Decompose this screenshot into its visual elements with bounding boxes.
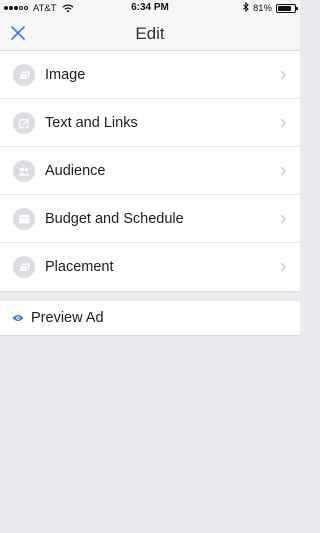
menu-item-audience[interactable]: Audience (0, 147, 300, 195)
preview-ad-button[interactable]: Preview Ad (0, 301, 300, 336)
edit-menu: Image Text and Links Audience Budget and… (0, 51, 300, 291)
people-icon (13, 160, 35, 182)
menu-item-image[interactable]: Image (0, 51, 300, 99)
nav-bar: Edit (0, 16, 300, 51)
menu-item-label: Audience (45, 163, 106, 179)
menu-item-label: Image (45, 67, 86, 83)
edit-icon (13, 112, 35, 134)
section-divider (0, 291, 300, 301)
close-icon (11, 26, 25, 40)
close-button[interactable] (9, 24, 27, 42)
status-time: 6:34 PM (131, 2, 169, 13)
preview-ad-label: Preview Ad (31, 310, 104, 326)
chevron-right-icon (280, 262, 286, 272)
calendar-icon (13, 208, 35, 230)
chevron-right-icon (280, 70, 286, 80)
menu-item-label: Placement (45, 259, 114, 275)
menu-item-budget-and-schedule[interactable]: Budget and Schedule (0, 195, 300, 243)
page-title: Edit (135, 23, 165, 43)
menu-item-text-and-links[interactable]: Text and Links (0, 99, 300, 147)
battery-level (278, 5, 291, 11)
status-bar: AT&T 6:34 PM 81% (0, 0, 300, 16)
header: AT&T 6:34 PM 81% Edit (0, 0, 300, 51)
menu-item-label: Budget and Schedule (45, 211, 184, 227)
image-icon (13, 64, 35, 86)
menu-item-placement[interactable]: Placement (0, 243, 300, 291)
placement-icon (13, 256, 35, 278)
chevron-right-icon (280, 118, 286, 128)
eye-icon (12, 314, 24, 322)
chevron-right-icon (280, 214, 286, 224)
menu-item-label: Text and Links (45, 115, 138, 131)
chevron-right-icon (280, 166, 286, 176)
battery-icon (276, 3, 298, 13)
